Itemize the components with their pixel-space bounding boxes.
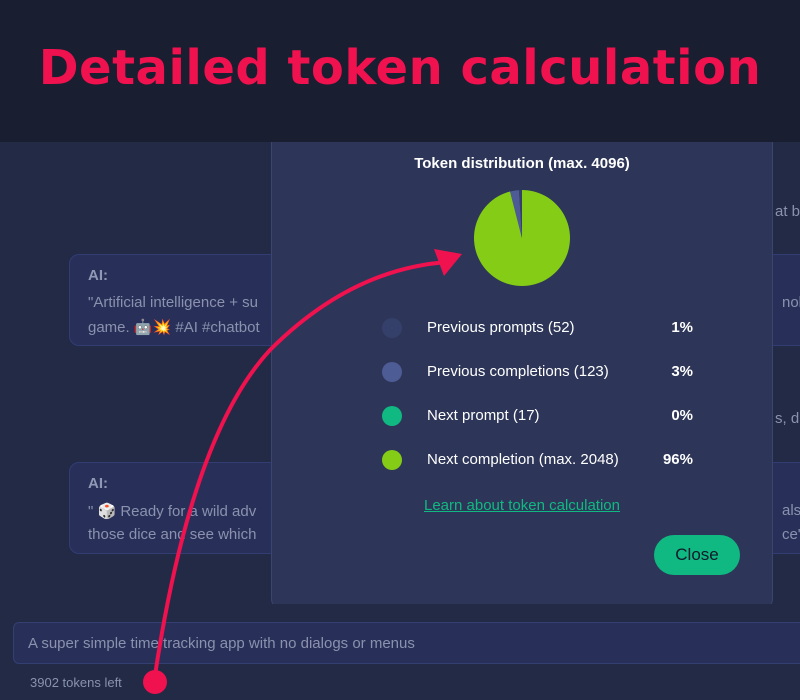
- message-text: " 🎲 Ready for a wild adv: [88, 503, 257, 520]
- legend-row-next-completion: Next completion (max. 2048) 96%: [382, 448, 702, 472]
- banner-title: Detailed token calculation: [38, 40, 762, 96]
- modal-title: Token distribution (max. 4096): [414, 155, 630, 172]
- legend-percent: 0%: [671, 407, 693, 424]
- legend-row-previous-prompts: Previous prompts (52) 1%: [382, 316, 702, 340]
- message-text: game. 🤖💥 #AI #chatbot: [88, 319, 260, 336]
- learn-token-calculation-link[interactable]: Learn about token calculation: [272, 497, 772, 514]
- legend-label: Next completion (max. 2048): [427, 451, 619, 468]
- message-text: "Artificial intelligence + su: [88, 294, 258, 311]
- prompt-input[interactable]: [13, 622, 800, 664]
- legend-label: Previous prompts (52): [427, 319, 575, 336]
- tokens-left-counter: 3902 tokens left: [30, 675, 122, 690]
- ai-label: AI:: [88, 267, 108, 284]
- legend-label: Next prompt (17): [427, 407, 540, 424]
- ai-label: AI:: [88, 475, 108, 492]
- legend-label: Previous completions (123): [427, 363, 609, 380]
- legend-row-next-prompt: Next prompt (17) 0%: [382, 404, 702, 428]
- message-text: als a: [782, 502, 800, 519]
- token-pie-chart: [474, 190, 570, 286]
- close-button[interactable]: Close: [654, 535, 740, 575]
- user-message-fragment: s, dic: [775, 410, 800, 427]
- legend-dot: [382, 318, 402, 338]
- legend-row-previous-completions: Previous completions (123) 3%: [382, 360, 702, 384]
- message-text: nolo: [782, 294, 800, 311]
- legend-percent: 3%: [671, 363, 693, 380]
- composer: 3902 tokens left: [0, 604, 800, 700]
- legend-dot: [382, 450, 402, 470]
- message-text: those dice and see which: [88, 526, 257, 543]
- legend-percent: 1%: [671, 319, 693, 336]
- message-text: ce": [782, 526, 800, 543]
- token-distribution-modal: Token distribution (max. 4096) Previous …: [271, 142, 773, 609]
- user-message-fragment: at b: [775, 203, 800, 220]
- legend-dot: [382, 362, 402, 382]
- legend-percent: 96%: [662, 451, 693, 468]
- banner: Detailed token calculation: [0, 0, 800, 142]
- legend-dot: [382, 406, 402, 426]
